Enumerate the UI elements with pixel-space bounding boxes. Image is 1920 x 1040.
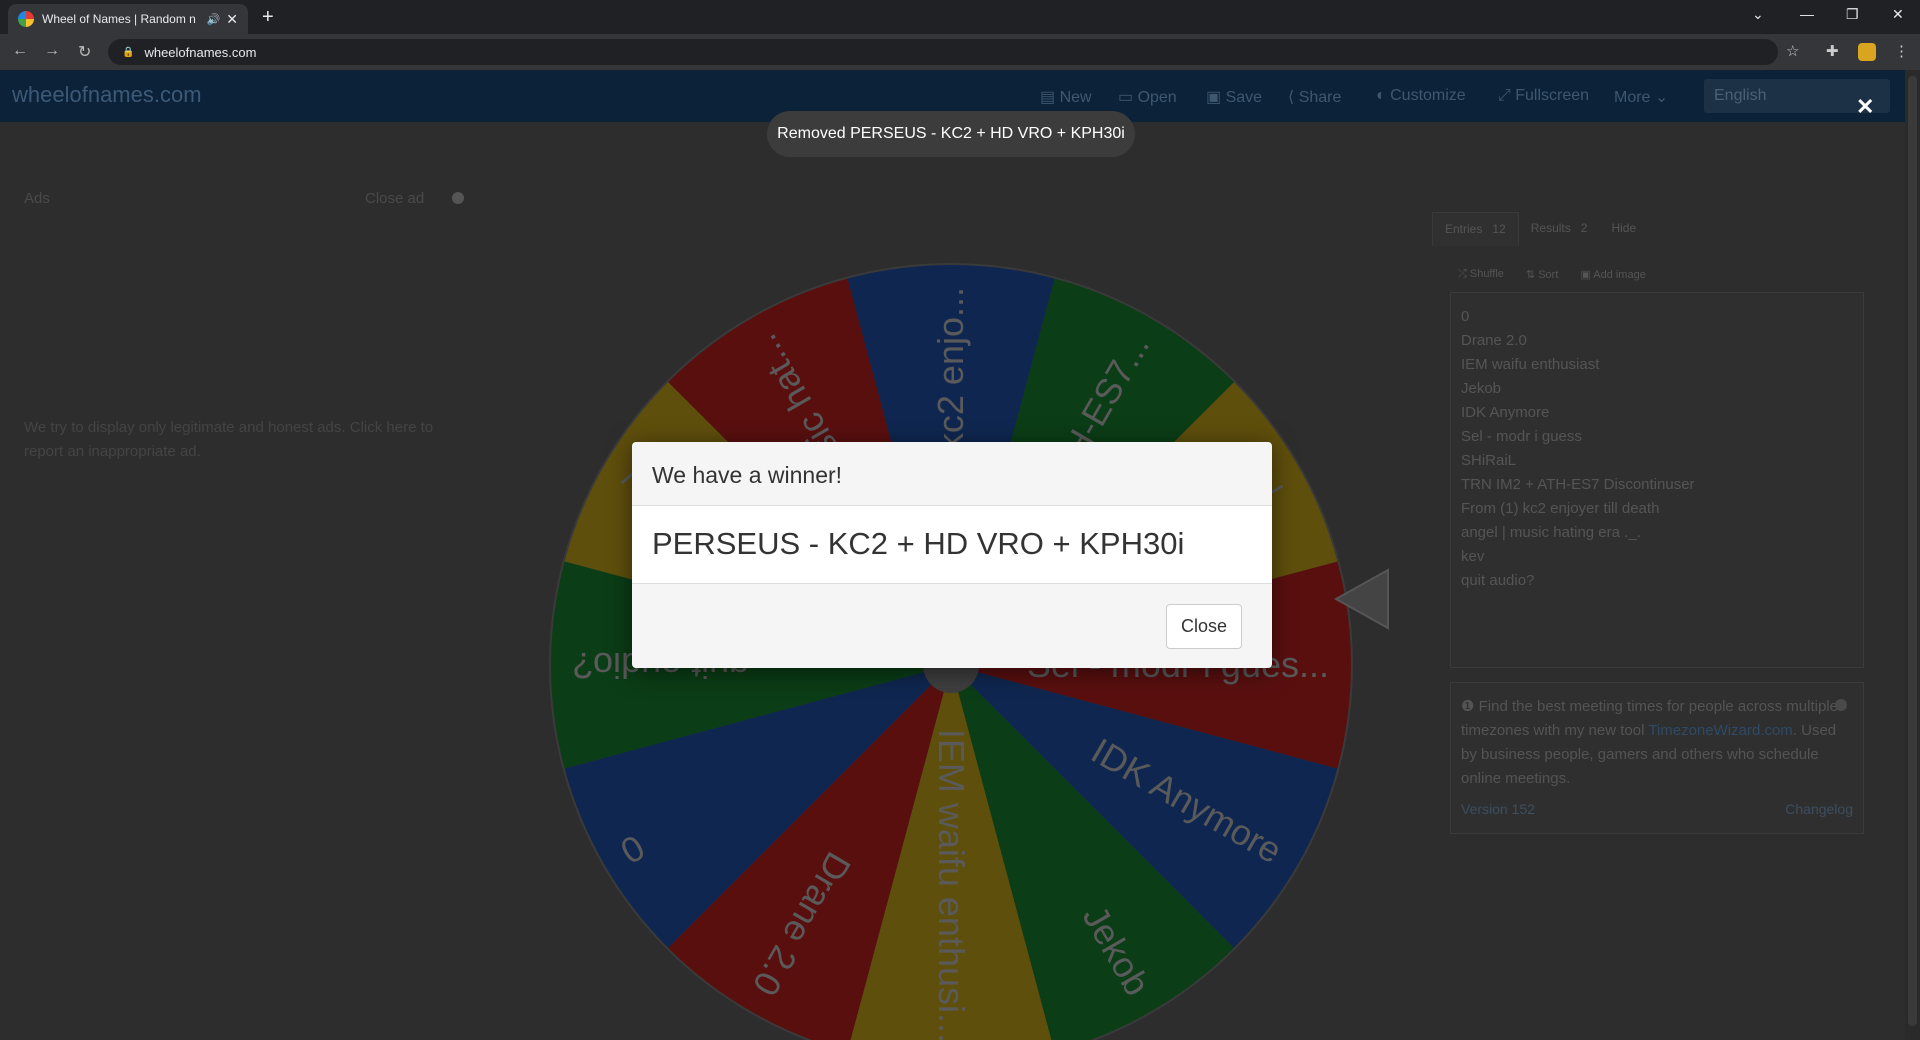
menu-more[interactable]: More ⌄ xyxy=(1614,87,1668,107)
reload-icon[interactable]: ↻ xyxy=(78,42,91,62)
back-icon[interactable]: ← xyxy=(12,42,28,60)
entry-line: IEM waifu enthusiast xyxy=(1461,356,1600,373)
menu-open[interactable]: ▭ Open xyxy=(1118,87,1177,107)
lock-icon: 🔒 xyxy=(122,46,135,58)
url-text: wheelofnames.com xyxy=(144,44,257,60)
ad-disclaimer: We try to display only legitimate and ho… xyxy=(24,419,434,460)
entry-line: Sel - modr i guess xyxy=(1461,428,1582,445)
page-scrollbar[interactable] xyxy=(1905,70,1920,1040)
tab-hide[interactable]: Hide xyxy=(1599,212,1648,246)
toast-message: Removed PERSEUS - KC2 + HD VRO + KPH30i xyxy=(767,111,1135,157)
add-image-button[interactable]: ▣ Add image xyxy=(1580,268,1645,281)
favicon-icon xyxy=(18,11,34,27)
version-label: Version 152 xyxy=(1461,801,1535,817)
entry-line: SHiRaiL xyxy=(1461,452,1517,469)
tab-close-icon[interactable]: ✕ xyxy=(226,11,238,28)
dialog-footer: Close xyxy=(632,584,1272,666)
restore-icon[interactable]: ❐ xyxy=(1846,6,1859,23)
browser-tab[interactable]: Wheel of Names | Random n 🔊 ✕ xyxy=(8,4,248,34)
menu-share[interactable]: ⟨ Share xyxy=(1288,87,1341,107)
sidebar-tabs: Entries 12 Results 2 Hide xyxy=(1432,212,1648,246)
dialog-close-button[interactable]: Close xyxy=(1165,604,1242,649)
changelog-link[interactable]: Changelog xyxy=(1785,797,1853,821)
scrollbar-thumb[interactable] xyxy=(1908,76,1917,1026)
menu-customize[interactable]: ◐ Customize xyxy=(1376,87,1466,105)
winner-dialog: We have a winner! PERSEUS - KC2 + HD VRO… xyxy=(632,442,1272,668)
menu-save[interactable]: ▣ Save xyxy=(1206,87,1262,107)
entry-line: TRN IM2 + ATH-ES7 Discontinuser xyxy=(1461,476,1695,493)
extensions-icon[interactable]: ✚ xyxy=(1826,42,1839,60)
tab-title: Wheel of Names | Random n xyxy=(42,12,196,26)
entry-line: 0 xyxy=(1461,308,1470,325)
speaker-icon[interactable]: 🔊 xyxy=(207,13,221,26)
sort-button[interactable]: ⇅ Sort xyxy=(1526,268,1558,281)
entry-line: Jekob xyxy=(1461,380,1502,397)
tab-results[interactable]: Results 2 xyxy=(1519,212,1600,246)
entry-line: quit audio? xyxy=(1461,572,1535,589)
info-icon: ❶ xyxy=(1461,698,1479,715)
timezone-link[interactable]: TimezoneWizard.com xyxy=(1648,722,1792,739)
window-close-icon[interactable]: ✕ xyxy=(1892,6,1904,23)
info-panel: ❶ Find the best meeting times for people… xyxy=(1450,682,1864,834)
close-ad-link[interactable]: Close ad xyxy=(365,190,424,207)
entry-line: IDK Anymore xyxy=(1461,404,1550,421)
profile-avatar[interactable] xyxy=(1858,43,1876,61)
forward-icon[interactable]: → xyxy=(44,42,60,60)
url-input[interactable]: 🔒 wheelofnames.com xyxy=(108,39,1778,65)
menu-fullscreen[interactable]: ⤢ Fullscreen xyxy=(1498,87,1589,105)
page-content: wheelofnames.com ▤ New ▭ Open ▣ Save ⟨ S… xyxy=(0,70,1905,1040)
shuffle-button[interactable]: ⤮ Shuffle xyxy=(1458,268,1504,281)
ads-label: Ads xyxy=(24,190,50,207)
entry-line: From (1) kc2 enjoyer till death xyxy=(1461,500,1660,517)
bookmark-star-icon[interactable]: ☆ xyxy=(1786,42,1799,60)
brand-logo[interactable]: wheelofnames.com xyxy=(12,82,202,108)
tab-search-icon[interactable]: ⌄ xyxy=(1752,6,1764,23)
tab-entries[interactable]: Entries 12 xyxy=(1432,212,1519,246)
menu-new[interactable]: ▤ New xyxy=(1040,87,1092,107)
collapse-icon[interactable] xyxy=(1835,699,1847,711)
entry-line: kev xyxy=(1461,548,1485,565)
dialog-title: We have a winner! xyxy=(632,442,1272,506)
new-tab-button[interactable]: + xyxy=(262,6,274,29)
entry-line: Drane 2.0 xyxy=(1461,332,1527,349)
address-bar-row: ← → ↻ 🔒 wheelofnames.com ☆ ✚ ⋮ xyxy=(0,34,1920,70)
entries-textarea[interactable]: 0 Drane 2.0 IEM waifu enthusiast Jekob IDK A… xyxy=(1450,292,1864,668)
minimize-icon[interactable]: — xyxy=(1800,6,1814,22)
wheel-pointer xyxy=(1334,568,1389,630)
browser-tabbar: Wheel of Names | Random n 🔊 ✕ + ⌄ — ❐ ✕ xyxy=(0,0,1920,34)
entries-toolbar: ⤮ Shuffle ⇅ Sort ▣ Add image xyxy=(1458,268,1646,281)
browser-menu-icon[interactable]: ⋮ xyxy=(1894,42,1909,60)
winner-name: PERSEUS - KC2 + HD VRO + KPH30i xyxy=(632,506,1272,584)
close-fullscreen-icon[interactable]: ✕ xyxy=(1856,94,1874,120)
wheel-segment-label: IEM waifu enthusi... xyxy=(931,729,972,1040)
entry-line: angel | music hating era ._. xyxy=(1461,524,1641,541)
close-ad-icon[interactable] xyxy=(452,192,464,204)
